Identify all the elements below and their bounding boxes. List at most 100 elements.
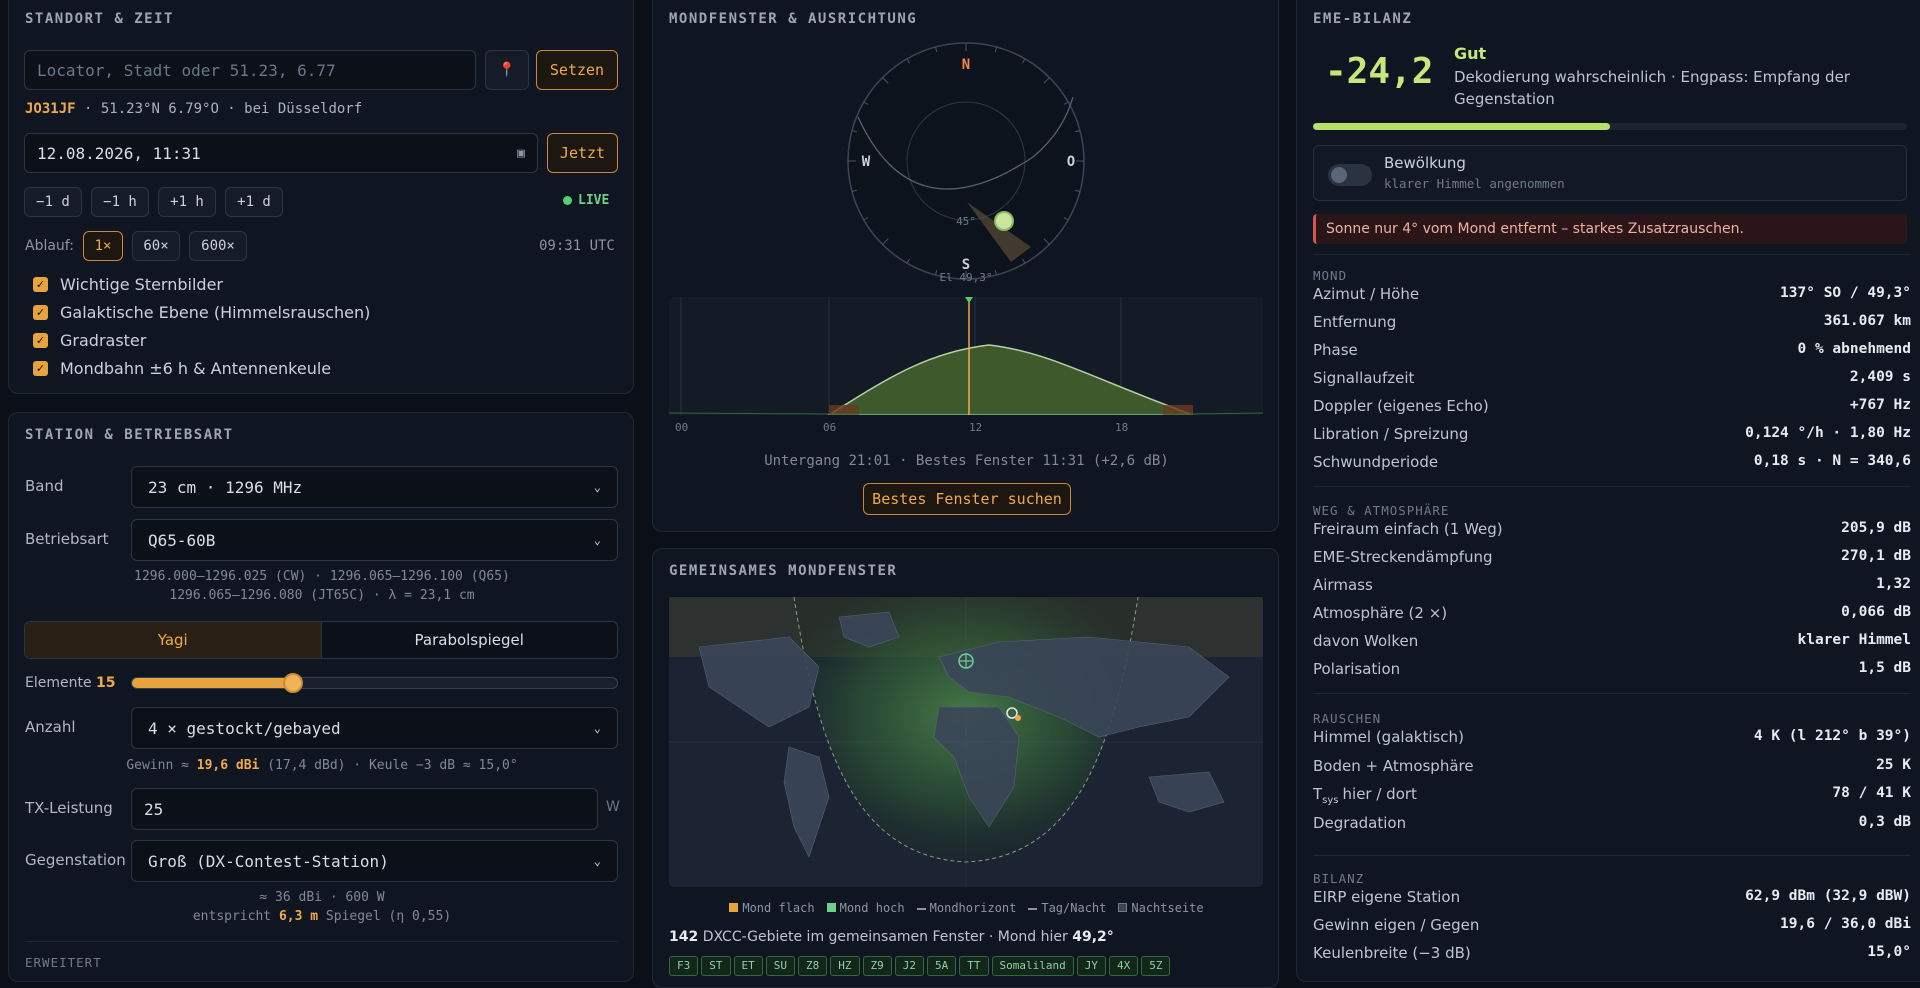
step-minus-day[interactable]: −1 d [24, 187, 82, 217]
budget-row: Freiraum einfach (1 Weg) 205,9 dB [1313, 520, 1911, 538]
dxcc-tag[interactable]: JY [1076, 955, 1106, 976]
peer-value: Groß (DX-Contest-Station) [148, 851, 389, 871]
row-label: Polarisation [1313, 660, 1401, 678]
speed-60x[interactable]: 60× [132, 231, 180, 261]
budget-row: Azimut / Höhe 137° SO / 49,3° [1313, 285, 1911, 303]
now-button[interactable]: Jetzt [547, 133, 618, 173]
band-label: Band [25, 477, 64, 495]
checkbox-icon: ✓ [33, 305, 48, 320]
gain-value: 19,6 dBi [196, 758, 260, 773]
peer-line-2: entspricht 6,3 m Spiegel (η 0,55) [9, 909, 633, 924]
dxcc-tag[interactable]: HZ [830, 955, 860, 976]
row-label: Azimut / Höhe [1313, 285, 1420, 303]
pin-button[interactable]: 📍 [485, 50, 529, 90]
budget-row: EIRP eigene Station 62,9 dBm (32,9 dBW) [1313, 888, 1911, 906]
dxcc-count: 142 [669, 929, 699, 945]
row-value: 0 % abnehmend [1797, 341, 1912, 357]
compass-n: N [962, 57, 970, 73]
slider-thumb[interactable] [282, 673, 303, 693]
cloud-label: Bewölkung [1384, 154, 1466, 172]
step-plus-hour[interactable]: +1 h [158, 187, 216, 217]
row-value: 1,5 dB [1858, 660, 1911, 676]
budget-row: Phase 0 % abnehmend [1313, 341, 1911, 359]
speed-1x[interactable]: 1× [83, 231, 123, 261]
coords-value: · 51.23°N 6.79°O · bei Düsseldorf [84, 101, 363, 117]
mode-select[interactable]: Q65-60B ⌄ [131, 519, 618, 561]
chevron-down-icon: ⌄ [593, 480, 601, 494]
legend-night-side: Nachtseite [1118, 901, 1204, 915]
peer-post: Spiegel (η 0,55) [325, 909, 452, 924]
dxcc-tag[interactable]: Z8 [798, 955, 828, 976]
divider [1313, 693, 1911, 694]
row-value: 0,3 dB [1858, 813, 1911, 830]
dxcc-tag[interactable]: Z9 [862, 955, 892, 976]
row-value: 2,409 s [1849, 369, 1911, 385]
budget-row: Signallaufzeit 2,409 s [1313, 369, 1911, 387]
budget-row: Airmass 1,32 [1313, 576, 1911, 594]
tab-dish[interactable]: Parabolspiegel [320, 622, 617, 658]
dxcc-tag[interactable]: 5Z [1141, 955, 1171, 976]
tx-power-input[interactable]: 25 [131, 788, 598, 830]
compass-o: O [1067, 154, 1075, 170]
row-label: Libration / Spreizung [1313, 425, 1469, 443]
peer-select[interactable]: Groß (DX-Contest-Station) ⌄ [131, 840, 618, 882]
count-select[interactable]: 4 × gestockt/gebayed ⌄ [131, 707, 618, 749]
budget-row: Himmel (galaktisch) 4 K (l 212° b 39°) [1313, 728, 1911, 746]
location-time-panel: STANDORT & ZEIT Locator, Stadt oder 51.2… [8, 0, 634, 394]
check-constellations[interactable]: ✓ Wichtige Sternbilder [33, 275, 223, 294]
cloud-sub: klarer Himmel angenommen [1384, 176, 1565, 191]
dxcc-summary: 142 DXCC-Gebiete im gemeinsamen Fenster … [669, 929, 1114, 945]
cloud-toggle[interactable] [1328, 164, 1372, 186]
step-plus-day[interactable]: +1 d [225, 187, 283, 217]
panel-title: STATION & BETRIEBSART [25, 427, 234, 443]
dxcc-tag[interactable]: J2 [894, 955, 924, 976]
peer-pre: entspricht [192, 909, 272, 924]
tab-yagi[interactable]: Yagi [25, 622, 321, 658]
dxcc-tag[interactable]: ET [733, 955, 763, 976]
warning-text: Sonne nur 4° vom Mond entfernt – starkes… [1326, 221, 1744, 237]
band-select[interactable]: 23 cm · 1296 MHz ⌄ [131, 466, 618, 508]
checkbox-icon: ✓ [33, 277, 48, 292]
row-label: Keulenbreite (−3 dB) [1313, 944, 1471, 962]
divider [1313, 486, 1911, 487]
row-label: Boden + Atmosphäre [1313, 756, 1474, 775]
verdict-text: Dekodierung wahrscheinlich · Engpass: Em… [1454, 68, 1850, 108]
dxcc-tag[interactable]: ST [701, 955, 731, 976]
dxcc-tag[interactable]: 5A [927, 955, 957, 976]
set-location-button[interactable]: Setzen [536, 50, 618, 90]
gain-line: Gewinn ≈ 19,6 dBi (17,4 dBd) · Keule −3 … [9, 758, 633, 773]
cloud-toggle-row: Bewölkung klarer Himmel angenommen [1313, 145, 1907, 201]
row-label: davon Wolken [1313, 632, 1419, 650]
divider [1313, 254, 1911, 255]
elements-slider[interactable] [131, 673, 618, 693]
check-grid[interactable]: ✓ Gradraster [33, 331, 146, 350]
antenna-tabs: Yagi Parabolspiegel [24, 621, 618, 659]
row-value: 270,1 dB [1841, 548, 1911, 564]
tsys-sub: sys [1322, 795, 1339, 806]
compass-w: W [862, 154, 871, 170]
speed-600x[interactable]: 600× [189, 231, 247, 261]
dxcc-tag[interactable]: F3 [669, 955, 699, 976]
moon-marker-icon [994, 211, 1014, 231]
ring-45-label: 45° [956, 215, 976, 228]
budget-row: Atmosphäre (2 ×) 0,066 dB [1313, 604, 1911, 622]
step-minus-hour[interactable]: −1 h [91, 187, 149, 217]
utc-time: 09:31 UTC [539, 238, 615, 254]
sun-warning: Sonne nur 4° vom Mond entfernt – starkes… [1313, 214, 1907, 244]
elements-label: Elemente 15 [25, 675, 116, 691]
tsys-rest: hier / dort [1342, 785, 1417, 803]
locator-input[interactable]: Locator, Stadt oder 51.23, 6.77 [24, 50, 476, 90]
elements-value: 15 [96, 675, 116, 691]
dxcc-tag[interactable]: Somaliland [991, 955, 1074, 976]
check-galactic-plane[interactable]: ✓ Galaktische Ebene (Himmelsrauschen) [33, 303, 370, 322]
dxcc-tag[interactable]: TT [959, 955, 989, 976]
check-moon-path[interactable]: ✓ Mondbahn ±6 h & Antennenkeule [33, 359, 331, 378]
dxcc-tag[interactable]: 4X [1108, 955, 1139, 976]
row-label: Gewinn eigen / Gegen [1313, 916, 1480, 934]
sub-moon-point-icon [1015, 715, 1021, 721]
row-value: 15,0° [1867, 944, 1911, 960]
best-window-button[interactable]: Bestes Fenster suchen [863, 483, 1071, 515]
budget-row: Entfernung 361.067 km [1313, 313, 1911, 331]
datetime-input[interactable]: 12.08.2026, 11:31 ▣ [24, 133, 538, 173]
dxcc-tag[interactable]: SU [765, 955, 795, 976]
